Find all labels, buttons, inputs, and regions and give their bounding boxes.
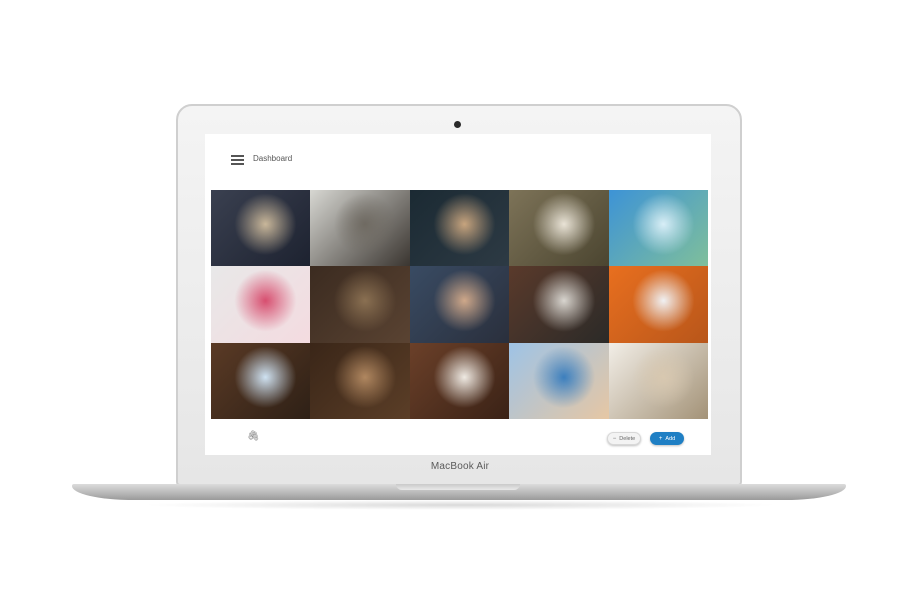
photo-tile-laptop-phone-sketch[interactable] xyxy=(509,266,609,343)
photo-tile-hands-writing-notebook[interactable] xyxy=(211,190,311,267)
photo-tile-vintage-van-palm-trees[interactable] xyxy=(608,190,708,267)
photo-image xyxy=(211,190,311,267)
photo-tile-team-meeting-office[interactable] xyxy=(310,190,410,267)
plus-icon: + xyxy=(658,435,663,442)
photo-image xyxy=(608,190,708,267)
photo-tile-man-writing-orange[interactable] xyxy=(608,266,708,343)
laptop-shadow xyxy=(140,500,780,510)
photo-image xyxy=(608,266,708,343)
photo-image xyxy=(409,266,510,343)
photo-tile-pink-hair-woman[interactable] xyxy=(211,266,311,343)
webcam xyxy=(454,121,461,128)
top-bar: Dashboard xyxy=(205,134,711,184)
photo-image xyxy=(509,342,609,419)
photo-tile-laptops-on-desk[interactable] xyxy=(211,342,311,419)
hamburger-menu-icon[interactable] xyxy=(231,155,244,165)
add-label: Add xyxy=(665,435,676,442)
photo-tile-camera-and-photos-wood[interactable] xyxy=(310,266,410,343)
photo-grid xyxy=(211,190,708,419)
device-brand-label: MacBook Air xyxy=(430,461,490,472)
photo-image xyxy=(608,342,708,419)
delete-label: Delete xyxy=(619,435,636,442)
photo-image xyxy=(409,190,510,267)
photo-tile-woman-outdoors-autumn[interactable] xyxy=(509,190,609,267)
photo-image xyxy=(310,190,410,267)
photo-image xyxy=(211,342,311,419)
page-title: Dashboard xyxy=(253,154,293,163)
add-button[interactable]: + Add xyxy=(650,432,684,445)
photo-image xyxy=(310,266,410,343)
photo-image xyxy=(509,266,609,343)
footer-bar: 🖇 − Delete + Add xyxy=(205,424,711,455)
photo-tile-woman-bed-laptop[interactable] xyxy=(608,342,708,419)
photo-image xyxy=(211,266,311,343)
photo-tile-open-book-glasses[interactable] xyxy=(310,342,410,419)
paperclip-icon[interactable]: 🖇 xyxy=(247,431,260,443)
photo-tile-laptop-wood-desk[interactable] xyxy=(409,342,510,419)
photo-image xyxy=(310,342,410,419)
delete-button[interactable]: − Delete xyxy=(607,432,641,445)
laptop-hinge-notch xyxy=(396,484,520,490)
photo-tile-women-at-laptop[interactable] xyxy=(409,190,510,267)
minus-icon: − xyxy=(612,435,617,442)
photo-image xyxy=(509,190,609,267)
photo-tile-phone-laptop-hands[interactable] xyxy=(409,266,510,343)
laptop-screen: Dashboard 🖇 − Delete + Add xyxy=(205,134,711,455)
photo-tile-painted-world-hands[interactable] xyxy=(509,342,609,419)
photo-image xyxy=(409,342,510,419)
